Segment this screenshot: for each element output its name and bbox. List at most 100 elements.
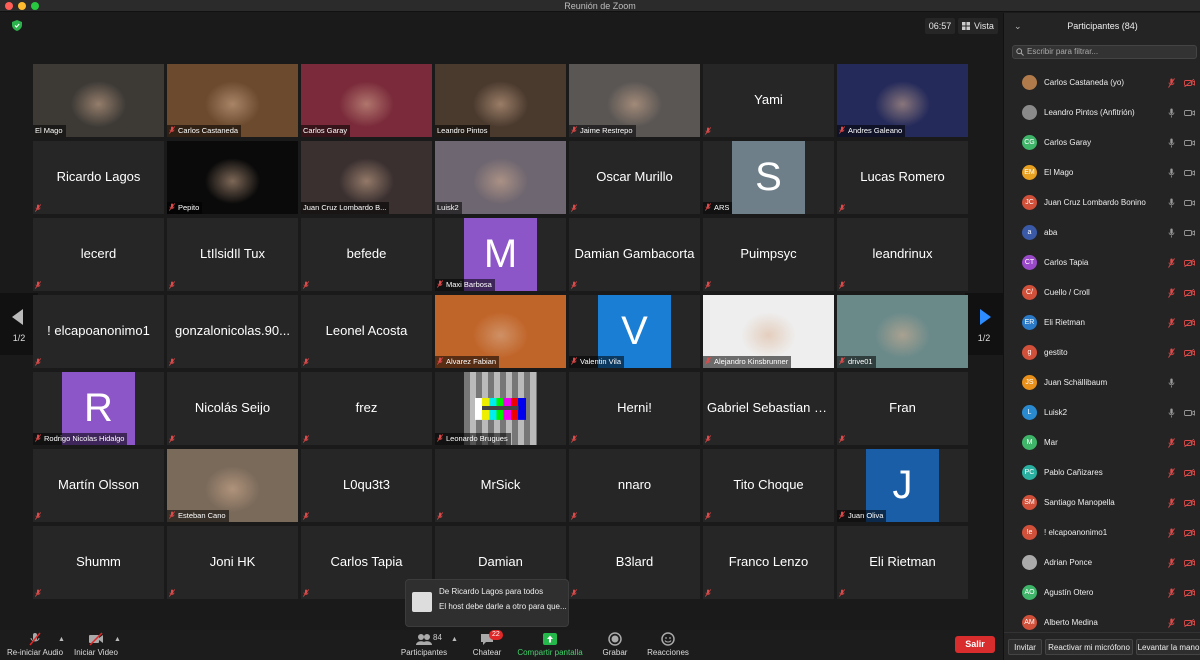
video-tile[interactable]: Fran: [837, 372, 968, 445]
video-tile[interactable]: V Valentin Vila: [569, 295, 700, 368]
participant-row[interactable]: ER Eli Rietman: [1004, 308, 1200, 338]
leave-meeting-button[interactable]: Salir: [955, 636, 995, 653]
grid-view-icon: [962, 22, 970, 30]
video-tile[interactable]: Shumm: [33, 526, 164, 599]
video-tile[interactable]: Herni!: [569, 372, 700, 445]
participant-row[interactable]: CT Carlos Tapia: [1004, 248, 1200, 278]
video-tile[interactable]: Joni HK: [167, 526, 298, 599]
participant-row[interactable]: SM Santiago Manopella: [1004, 488, 1200, 518]
participant-search-input[interactable]: Escribir para filtrar...: [1012, 45, 1197, 59]
participant-name: Agustín Otero: [1044, 588, 1094, 597]
search-placeholder: Escribir para filtrar...: [1027, 47, 1099, 56]
video-options-caret[interactable]: ▲: [114, 636, 121, 643]
participant-name: Carlos Castaneda (yo): [1044, 78, 1125, 87]
participant-nameplate: Rodrigo Nicolas Hidalgo: [33, 433, 128, 445]
video-tile[interactable]: Alvarez Fabian: [435, 295, 566, 368]
avatar: C/: [1022, 285, 1037, 300]
video-tile[interactable]: Andres Galeano: [837, 64, 968, 137]
participant-row[interactable]: M Mar: [1004, 428, 1200, 458]
video-tile[interactable]: B3lard: [569, 526, 700, 599]
view-button[interactable]: Vista: [958, 18, 998, 34]
video-tile[interactable]: Lucas Romero: [837, 141, 968, 214]
participant-row[interactable]: Leandro Pintos (Anfitrión): [1004, 98, 1200, 128]
video-tile[interactable]: El Mago: [33, 64, 164, 137]
video-tile[interactable]: Franco Lenzo: [703, 526, 834, 599]
participant-nameplate: Esteban Cano: [167, 510, 229, 522]
video-tile[interactable]: ! elcapoanonimo1: [33, 295, 164, 368]
video-tile[interactable]: L0qu3t3: [301, 449, 432, 522]
video-tile[interactable]: Alejandro Kinsbrunner: [703, 295, 834, 368]
chat-notification[interactable]: De Ricardo Lagos para todos El host debe…: [405, 579, 569, 627]
video-tile[interactable]: gonzalonicolas.90...: [167, 295, 298, 368]
video-tile[interactable]: R Rodrigo Nicolas Hidalgo: [33, 372, 164, 445]
audio-options-caret[interactable]: ▲: [58, 636, 65, 643]
participant-row[interactable]: PC Pablo Cañizares: [1004, 458, 1200, 488]
encryption-shield-icon[interactable]: [12, 20, 22, 31]
video-tile[interactable]: LtIlsidIl Tux: [167, 218, 298, 291]
video-tile[interactable]: nnaro: [569, 449, 700, 522]
video-tile[interactable]: drive01: [837, 295, 968, 368]
video-tile[interactable]: befede: [301, 218, 432, 291]
video-tile[interactable]: lecerd: [33, 218, 164, 291]
video-tile[interactable]: Luisk2: [435, 141, 566, 214]
video-tile[interactable]: S ARS: [703, 141, 834, 214]
mic-muted-icon: [705, 357, 711, 365]
participant-row[interactable]: L Luisk2: [1004, 398, 1200, 428]
participant-row[interactable]: Adrian Ponce: [1004, 548, 1200, 578]
unmute-me-button[interactable]: Reactivar mi micrófono: [1045, 639, 1133, 655]
video-off-icon: [1184, 559, 1195, 567]
video-tile[interactable]: Carlos Castaneda: [167, 64, 298, 137]
video-tile[interactable]: Oscar Murillo: [569, 141, 700, 214]
video-tile[interactable]: Pepito: [167, 141, 298, 214]
participant-row[interactable]: !e ! elcapoanonimo1: [1004, 518, 1200, 548]
video-tile[interactable]: frez: [301, 372, 432, 445]
video-tile[interactable]: Leandro Pintos: [435, 64, 566, 137]
video-tile[interactable]: MrSick: [435, 449, 566, 522]
join-audio-button[interactable]: Re-iniciar Audio: [4, 630, 66, 660]
video-tile[interactable]: Yami: [703, 64, 834, 137]
avatar: [412, 592, 432, 612]
video-tile[interactable]: Martín Olsson: [33, 449, 164, 522]
mic-muted-icon: [1168, 78, 1175, 88]
video-tile[interactable]: Puimpsyc: [703, 218, 834, 291]
video-tile[interactable]: J Juan Oliva: [837, 449, 968, 522]
participant-row[interactable]: EM El Mago: [1004, 158, 1200, 188]
participant-row[interactable]: AO Agustín Otero: [1004, 578, 1200, 608]
video-tile[interactable]: Jaime Restrepo: [569, 64, 700, 137]
video-tile[interactable]: Ricardo Lagos: [33, 141, 164, 214]
participant-nameplate: Jaime Restrepo: [569, 125, 636, 137]
video-tile[interactable]: Gabriel Sebastian Fi...: [703, 372, 834, 445]
start-video-button[interactable]: Iniciar Video: [72, 630, 120, 660]
invite-button[interactable]: Invitar: [1008, 639, 1042, 655]
participant-row[interactable]: C/Cuello / Croll: [1004, 278, 1200, 308]
video-tile[interactable]: Juan Cruz Lombardo B...: [301, 141, 432, 214]
video-tile[interactable]: Carlos Garay: [301, 64, 432, 137]
video-tile[interactable]: Nicolás Seijo: [167, 372, 298, 445]
mic-muted-icon: [303, 435, 309, 443]
record-button[interactable]: Grabar: [596, 630, 634, 660]
participants-options-caret[interactable]: ▲: [451, 636, 458, 643]
video-tile[interactable]: leandrinux: [837, 218, 968, 291]
mic-muted-icon: [839, 204, 845, 212]
arrow-right-icon: [980, 309, 991, 325]
participant-row[interactable]: CG Carlos Garay: [1004, 128, 1200, 158]
participant-row[interactable]: g gestito: [1004, 338, 1200, 368]
share-screen-button[interactable]: Compartir pantalla: [514, 630, 586, 660]
participants-button[interactable]: Participantes: [396, 630, 452, 660]
video-tile[interactable]: Leonardo Brugues: [435, 372, 566, 445]
video-tile[interactable]: M Maxi Barbosa: [435, 218, 566, 291]
participant-row[interactable]: a aba: [1004, 218, 1200, 248]
video-tile[interactable]: Esteban Cano: [167, 449, 298, 522]
participant-row[interactable]: JS Juan Schällibaum: [1004, 368, 1200, 398]
video-tile[interactable]: Eli Rietman: [837, 526, 968, 599]
participant-row[interactable]: Carlos Castaneda (yo): [1004, 68, 1200, 98]
mic-muted-icon: [1168, 288, 1175, 298]
video-tile[interactable]: Damian Gambacorta: [569, 218, 700, 291]
participant-name: Franco Lenzo: [728, 554, 809, 569]
next-page-button[interactable]: 1/2: [965, 293, 1003, 355]
reactions-button[interactable]: Reacciones: [644, 630, 692, 660]
video-tile[interactable]: Leonel Acosta: [301, 295, 432, 368]
participant-row[interactable]: JC Juan Cruz Lombardo Bonino: [1004, 188, 1200, 218]
video-tile[interactable]: Tito Choque: [703, 449, 834, 522]
raise-hand-button[interactable]: Levantar la mano: [1136, 639, 1200, 655]
